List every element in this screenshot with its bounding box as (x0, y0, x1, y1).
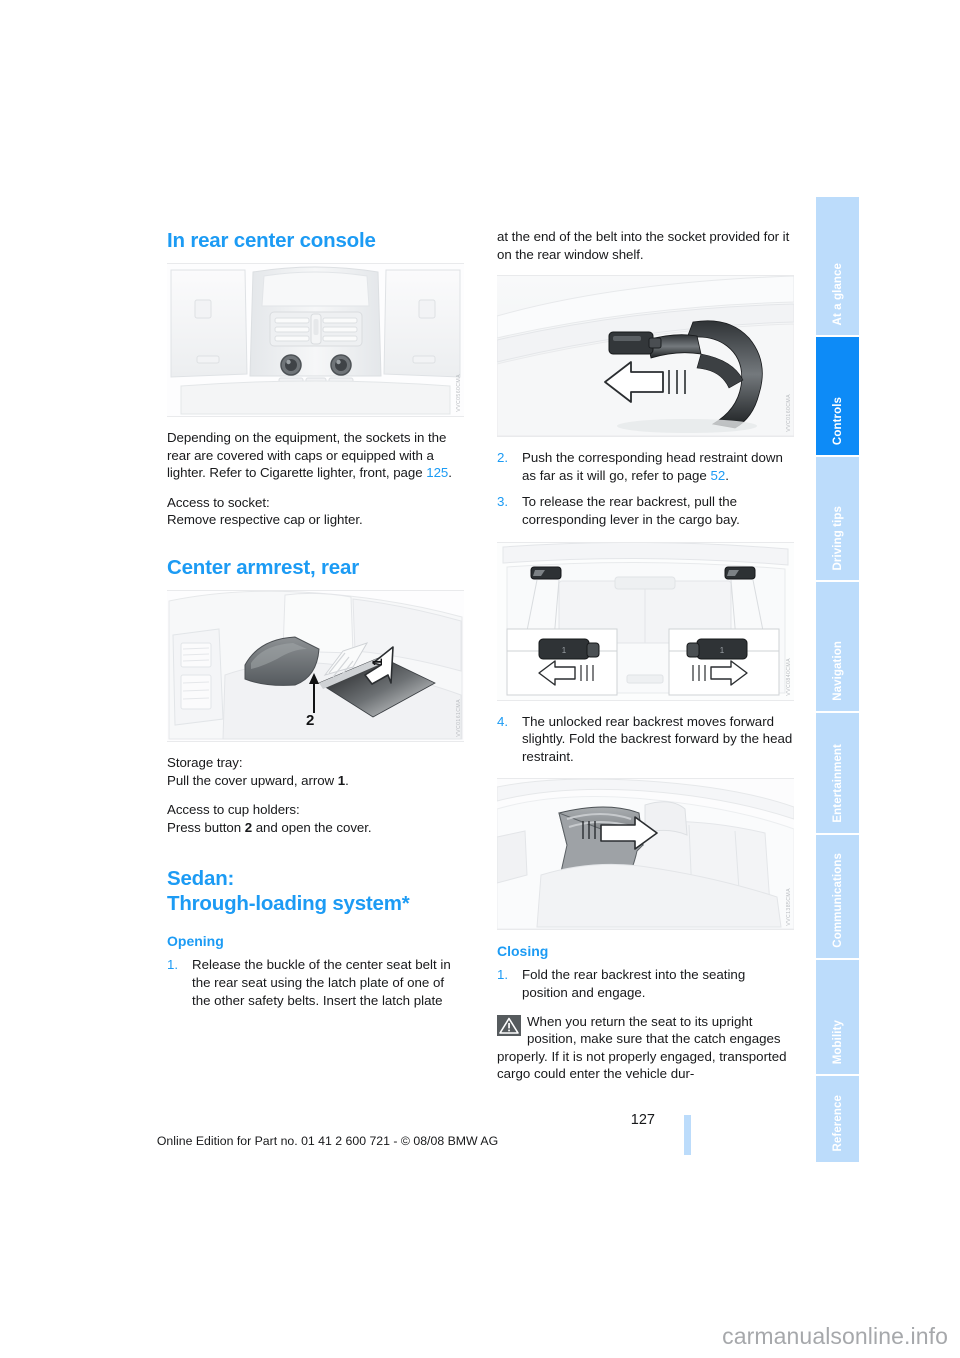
sidebar-tab-label: Communications (831, 853, 844, 948)
figure-belt-socket: VVC0160CMA (497, 275, 794, 438)
heading-closing: Closing (497, 943, 549, 960)
left-column: In rear center console VVC0560CMA Depend… (167, 228, 464, 1018)
belt-socket-illustration (497, 276, 794, 437)
sidebar-tab-driving-tips[interactable]: Driving tips (816, 457, 859, 580)
edition-notice: Online Edition for Part no. 01 41 2 600 … (156, 1134, 499, 1148)
step-text: The unlocked rear backrest moves forward… (522, 713, 793, 764)
figure-code: VVC0560CMA (456, 374, 462, 412)
lever-left-top (530, 566, 562, 580)
text-line: Pull the cover upward, arrow (167, 772, 338, 788)
svg-text:1: 1 (369, 658, 385, 666)
step-opening-2: 2. Push the corresponding head restraint… (497, 449, 794, 484)
step-number: 2. (497, 450, 509, 466)
text-line: page (393, 465, 427, 481)
text-line: . (448, 465, 452, 481)
figure-code: VVC0160CMA (786, 394, 792, 433)
page-edge-marker (684, 1115, 691, 1155)
callout-ref-2: 2 (244, 819, 253, 835)
page-number: 127 (630, 1112, 655, 1128)
heading-center-armrest-rear: Center armrest, rear (167, 555, 359, 579)
fold-backrest-illustration (497, 779, 794, 930)
figure-fold-backrest: VVC1385CMA (497, 778, 794, 931)
paragraph-storage-tray: Storage tray: Pull the cover upward, arr… (167, 754, 464, 789)
step-text: Release the buckle of the center seat be… (192, 957, 451, 1008)
step-number: 4. (497, 713, 509, 729)
page-footer: 127 Online Edition for Part no. 01 41 2 … (0, 1112, 960, 1160)
step-closing-1: 1. Fold the rear backrest into the seati… (497, 966, 794, 1001)
figure-rear-center-console: VVC0560CMA (167, 263, 464, 417)
warning-text: When you return the seat to its upright … (497, 1013, 787, 1082)
heading-sedan: Sedan: (167, 867, 235, 891)
sidebar-tab-mobility[interactable]: Mobility (816, 960, 859, 1074)
sidebar-tab-label: Entertainment (831, 744, 844, 823)
heading-in-rear-center-console: In rear center console (167, 229, 376, 252)
cargo-bay-levers-illustration: 1 1 (497, 542, 794, 700)
paragraph-sockets: Depending on the equipment, the sockets … (167, 429, 464, 482)
paragraph-belt-continued: at the end of the belt into the socket p… (497, 229, 790, 262)
step-text: . (725, 467, 729, 483)
sidebar-tab-label: At a glance (831, 262, 844, 325)
sidebar-tab-navigation[interactable]: Navigation (816, 582, 859, 711)
right-column: at the end of the belt into the socket p… (497, 228, 794, 1083)
text-line: Access to cup holders: (167, 802, 300, 818)
figure-cargo-bay-levers: 1 1 VVC0840CMA (497, 541, 794, 701)
step-opening-1: 1. Release the buckle of the center seat… (167, 956, 464, 1009)
sidebar-tab-label: Navigation (831, 641, 844, 701)
sidebar-tab-controls[interactable]: Controls (816, 337, 859, 455)
step-text: Push the corresponding head restraint do… (522, 450, 783, 483)
svg-text:1: 1 (562, 646, 567, 655)
manual-page: In rear center console VVC0560CMA Depend… (0, 0, 960, 1358)
svg-text:1: 1 (720, 646, 725, 655)
sidebar-tab-label: Driving tips (831, 505, 844, 570)
step-number: 1. (167, 957, 179, 973)
text-line: Press button (167, 819, 245, 835)
figure-center-armrest: 1 2 VVC0161CMA (167, 589, 464, 742)
lever-right-top (724, 566, 756, 580)
step-text: To release the rear backrest, pull the c… (522, 494, 740, 527)
callout-2-label: 2 (306, 712, 314, 729)
figure-code: VVC0840CMA (786, 657, 792, 696)
paragraph-access-to-socket: Access to socket: Remove respective cap … (167, 494, 464, 529)
section-tabs-sidebar: At a glance Controls Driving tips Naviga… (816, 197, 859, 1162)
sidebar-tab-communications[interactable]: Communications (816, 835, 859, 958)
heading-through-loading-system: Through-loading system* (167, 892, 410, 916)
heading-opening: Opening (167, 933, 224, 950)
text-line: and open the cover. (252, 819, 372, 835)
step-number: 1. (497, 967, 509, 983)
step-text: Fold the rear backrest into the seating … (522, 967, 746, 1000)
page-reference-125[interactable]: 125 (426, 465, 448, 480)
step-opening-3: 3. To release the rear backrest, pull th… (497, 493, 794, 528)
paragraph-cup-holders: Access to cup holders: Press button 2 an… (167, 801, 464, 836)
sidebar-tab-label: Mobility (831, 1019, 844, 1064)
page-reference-52[interactable]: 52 (710, 468, 725, 483)
sidebar-tab-at-a-glance[interactable]: At a glance (816, 197, 859, 335)
text-line: Remove respective cap or lighter. (167, 512, 363, 528)
step-number: 3. (497, 494, 509, 510)
text-line: Storage tray: (167, 754, 243, 770)
text-line: Depending on the equipment, the sockets … (167, 430, 425, 445)
rear-center-console-illustration (167, 264, 464, 416)
warning-triangle-icon (497, 1014, 521, 1036)
warning-note: When you return the seat to its upright … (497, 1013, 794, 1083)
callout-ref-1: 1 (337, 772, 346, 788)
figure-code: VVC0161CMA (456, 699, 462, 737)
figure-code: VVC1385CMA (786, 887, 792, 926)
text-line: . (345, 772, 349, 788)
step-opening-4: 4. The unlocked rear backrest moves forw… (497, 713, 794, 766)
center-armrest-illustration: 1 2 (167, 590, 464, 741)
site-watermark: carmanualsonline.info (722, 1323, 948, 1349)
sidebar-tab-label: Controls (831, 396, 844, 445)
sidebar-tab-entertainment[interactable]: Entertainment (816, 713, 859, 833)
text-line: Access to socket: (167, 494, 270, 510)
